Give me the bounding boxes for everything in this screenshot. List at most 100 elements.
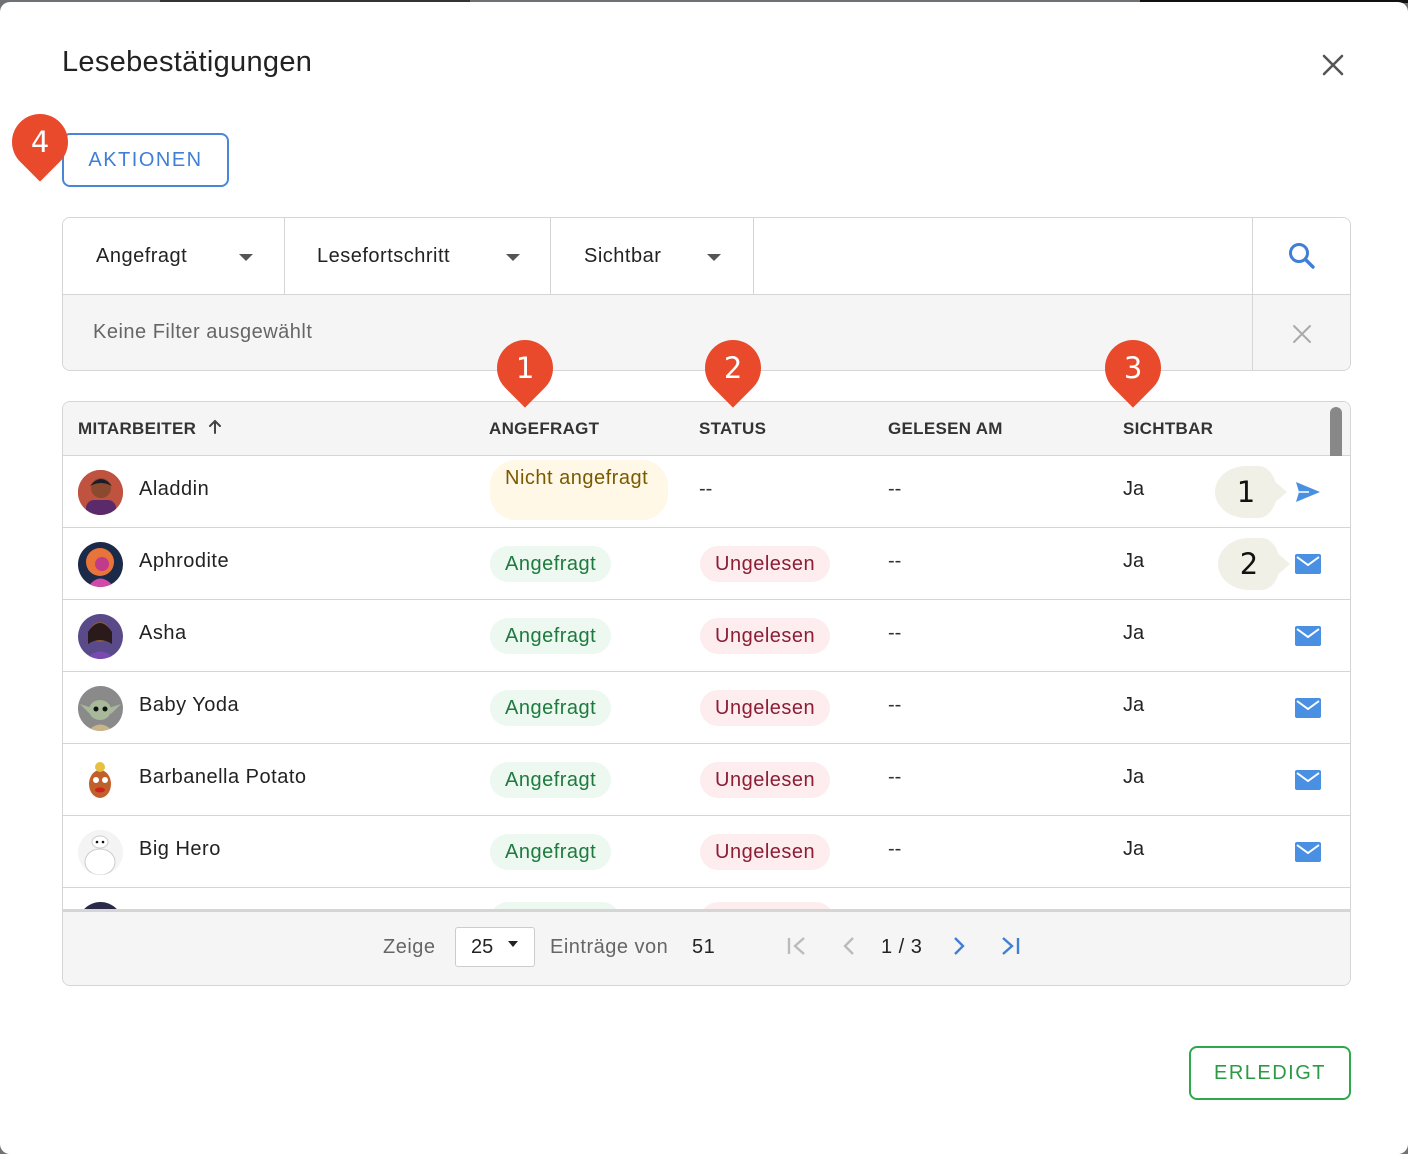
chevron-left-icon — [843, 937, 854, 955]
last-page-button[interactable] — [996, 932, 1024, 960]
avatar — [78, 830, 123, 875]
first-page-icon — [787, 937, 805, 955]
clear-filter-button[interactable] — [1252, 295, 1350, 370]
column-header-visible[interactable]: SICHTBAR — [1123, 419, 1213, 439]
dropdown-label: Lesefortschritt — [317, 244, 451, 267]
status-badge: Ungelesen — [700, 762, 831, 798]
visible-text: Ja — [1123, 622, 1145, 644]
read-at-text: -- — [888, 622, 902, 644]
avatar — [78, 542, 123, 587]
close-icon — [1322, 54, 1344, 76]
mail-icon — [1295, 842, 1321, 862]
table-row[interactable]: Asha Angefragt Ungelesen -- Ja — [63, 600, 1350, 672]
first-page-button[interactable] — [783, 932, 811, 960]
mail-icon — [1295, 698, 1321, 718]
mail-icon — [1295, 554, 1321, 574]
visible-text: Ja — [1123, 694, 1145, 716]
page-indicator: 1 / 3 — [881, 936, 923, 958]
status-badge: Ungelesen — [700, 546, 831, 582]
requested-badge: Angefragt — [490, 618, 612, 654]
table-row[interactable]: Aladdin Nicht angefragt -- -- Ja 1 — [63, 456, 1350, 528]
mail-icon — [1295, 626, 1321, 646]
employee-name: Big Hero — [139, 838, 221, 860]
read-at-text: -- — [888, 838, 902, 860]
close-icon — [1292, 324, 1311, 343]
filter-requested-dropdown[interactable]: Angefragt — [63, 218, 285, 294]
send-reminder-button[interactable] — [1294, 622, 1322, 650]
show-label: Zeige — [383, 936, 436, 958]
dialog-title: Lesebestätigungen — [62, 46, 313, 78]
next-page-button[interactable] — [945, 932, 973, 960]
read-at-text: -- — [888, 478, 902, 500]
avatar — [78, 614, 123, 659]
caret-down-icon — [506, 254, 520, 261]
table-row[interactable]: Big Hero Angefragt Ungelesen -- Ja — [63, 816, 1350, 888]
avatar — [78, 758, 123, 803]
employees-table: MITARBEITER ANGEFRAGT STATUS GELESEN AM … — [62, 401, 1351, 986]
send-reminder-button[interactable] — [1294, 694, 1322, 722]
visible-text: Ja — [1123, 766, 1145, 788]
status-badge: Ungelesen — [700, 618, 831, 654]
column-header-employee[interactable]: MITARBEITER — [78, 419, 223, 439]
caret-down-icon — [239, 254, 253, 261]
annotation-bubble: 2 — [1218, 538, 1290, 590]
read-at-text: -- — [888, 550, 902, 572]
visible-text: Ja — [1123, 838, 1145, 860]
page-size-select[interactable]: 25 — [455, 927, 535, 967]
requested-badge: Nicht angefragt — [490, 460, 668, 520]
requested-badge: Angefragt — [490, 834, 612, 870]
search-button[interactable] — [1252, 218, 1350, 294]
visible-text: Ja — [1123, 478, 1145, 500]
actions-button[interactable]: AKTIONEN — [62, 133, 229, 187]
close-button[interactable] — [1314, 46, 1352, 84]
filter-panel: Angefragt Lesefortschritt Sichtbar Keine… — [62, 217, 1351, 371]
send-reminder-button[interactable] — [1294, 838, 1322, 866]
read-receipts-dialog: Lesebestätigungen AKTIONEN 4 Angefragt L… — [0, 2, 1408, 1154]
requested-badge: Angefragt — [490, 762, 612, 798]
no-filter-text: Keine Filter ausgewählt — [93, 321, 313, 343]
send-reminder-button[interactable] — [1294, 766, 1322, 794]
read-at-text: -- — [888, 766, 902, 788]
search-icon — [1288, 243, 1315, 269]
status-badge: Ungelesen — [700, 834, 831, 870]
status-text: -- — [699, 478, 713, 500]
table-row[interactable]: Barbanella Potato Angefragt Ungelesen --… — [63, 744, 1350, 816]
employee-name: Baby Yoda — [139, 694, 240, 716]
avatar — [78, 686, 123, 731]
dropdown-label: Angefragt — [96, 244, 188, 267]
entries-of-label: Einträge von — [550, 936, 669, 958]
pagination-bar: Zeige 25 Einträge von 51 1 / 3 — [63, 909, 1350, 985]
employee-name: Asha — [139, 622, 187, 644]
visible-text: Ja — [1123, 550, 1145, 572]
column-header-read-at[interactable]: GELESEN AM — [888, 419, 1003, 439]
column-header-requested[interactable]: ANGEFRAGT — [489, 419, 599, 439]
requested-badge: Angefragt — [490, 690, 612, 726]
filter-visible-dropdown[interactable]: Sichtbar — [551, 218, 754, 294]
filter-dropdown-row: Angefragt Lesefortschritt Sichtbar — [63, 218, 1350, 295]
previous-page-button[interactable] — [835, 932, 863, 960]
annotation-bubble: 1 — [1215, 466, 1287, 518]
employee-name: Aphrodite — [139, 550, 230, 572]
chevron-right-icon — [954, 937, 965, 955]
column-header-status[interactable]: STATUS — [699, 419, 766, 439]
employee-name: Barbanella Potato — [139, 766, 307, 788]
table-header: MITARBEITER ANGEFRAGT STATUS GELESEN AM … — [63, 402, 1350, 456]
send-request-button[interactable] — [1294, 478, 1322, 506]
avatar — [78, 470, 123, 515]
caret-down-icon — [508, 941, 518, 947]
send-reminder-button[interactable] — [1294, 550, 1322, 578]
caret-down-icon — [707, 254, 721, 261]
total-count: 51 — [692, 936, 716, 958]
employee-name: Aladdin — [139, 478, 210, 500]
filter-progress-dropdown[interactable]: Lesefortschritt — [285, 218, 551, 294]
dropdown-label: Sichtbar — [584, 244, 662, 267]
mail-icon — [1295, 770, 1321, 790]
last-page-icon — [1002, 937, 1020, 955]
done-button[interactable]: ERLEDIGT — [1189, 1046, 1351, 1100]
table-row[interactable]: Baby Yoda Angefragt Ungelesen -- Ja — [63, 672, 1350, 744]
read-at-text: -- — [888, 694, 902, 716]
requested-badge: Angefragt — [490, 546, 612, 582]
table-row[interactable]: Aphrodite Angefragt Ungelesen -- Ja 2 — [63, 528, 1350, 600]
send-icon — [1296, 482, 1320, 502]
arrow-up-icon — [209, 419, 222, 434]
